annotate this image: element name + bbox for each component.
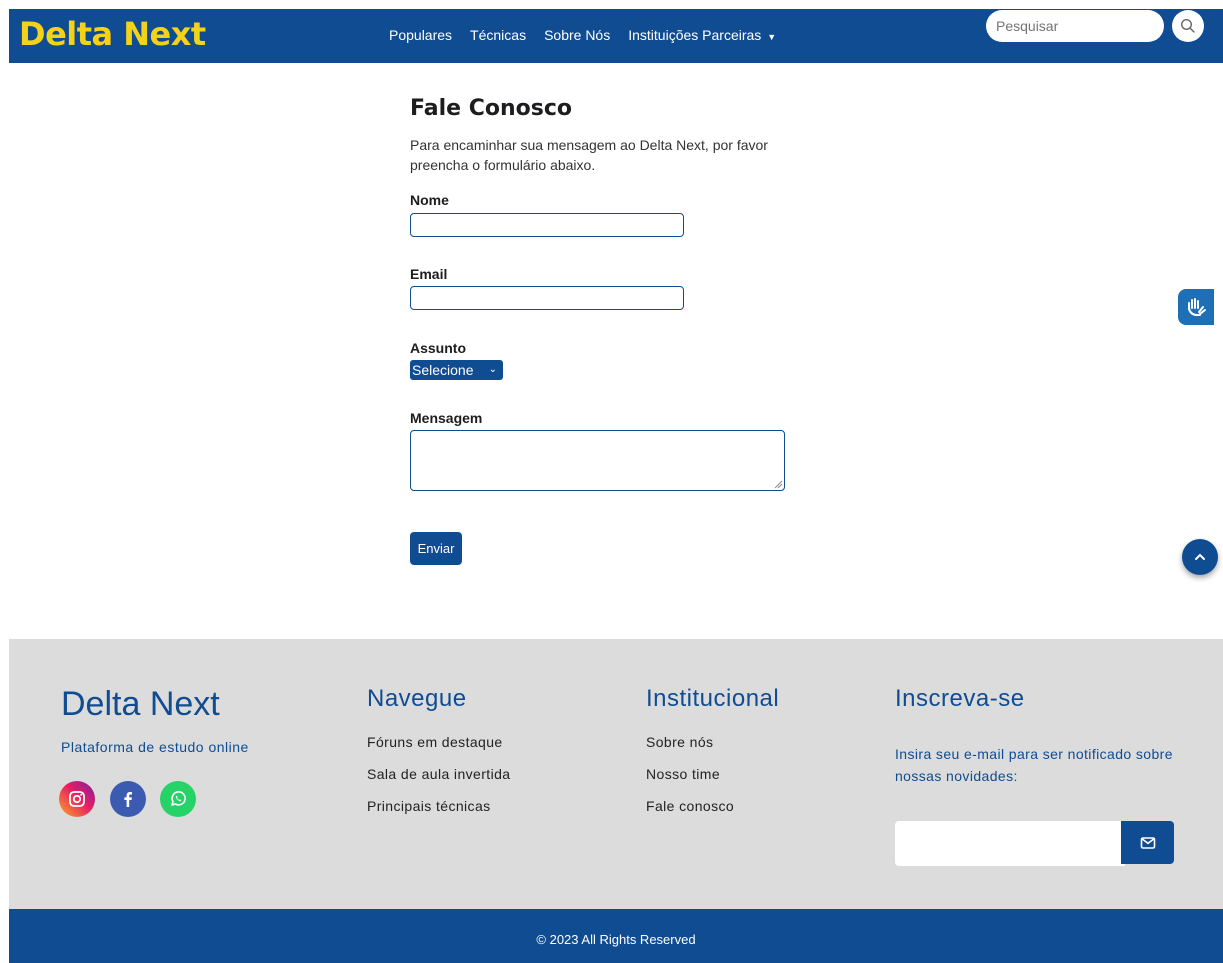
- accessibility-sign-language-button[interactable]: [1178, 289, 1214, 325]
- email-label: Email: [410, 266, 448, 282]
- contact-form: Fale Conosco Para encaminhar sua mensage…: [410, 96, 810, 565]
- subject-select[interactable]: Selecione ⌄: [410, 360, 503, 380]
- main-nav: Populares Técnicas Sobre Nós Instituiçõe…: [389, 27, 776, 43]
- subject-label: Assunto: [410, 340, 466, 356]
- nav-link-sobre-nos[interactable]: Sobre Nós: [544, 27, 610, 43]
- message-textarea[interactable]: [410, 430, 785, 491]
- chevron-up-icon: [1195, 553, 1205, 560]
- footer-link-sala-invertida[interactable]: Sala de aula invertida: [367, 766, 510, 782]
- instagram-icon: [69, 791, 85, 807]
- brand-logo[interactable]: Delta Next: [19, 15, 206, 53]
- intro-text: Para encaminhar sua mensagem ao Delta Ne…: [410, 137, 768, 173]
- chevron-down-icon: ⌄: [488, 364, 497, 375]
- instagram-button[interactable]: [59, 781, 95, 817]
- subject-select-value: Selecione: [412, 362, 474, 378]
- bottom-bar: © 2023 All Rights Reserved: [9, 909, 1223, 963]
- footer-heading-navegue: Navegue: [367, 685, 467, 712]
- search-wrapper: [986, 10, 1164, 42]
- footer-link-sobre-nos[interactable]: Sobre nós: [646, 734, 713, 750]
- facebook-button[interactable]: [110, 781, 146, 817]
- footer-link-fale-conosco[interactable]: Fale conosco: [646, 798, 734, 814]
- hands-icon: [1188, 298, 1206, 316]
- name-label: Nome: [410, 192, 449, 208]
- footer-tagline: Plataforma de estudo online: [61, 739, 249, 755]
- search-input[interactable]: [986, 10, 1164, 42]
- nav-link-populares[interactable]: Populares: [389, 27, 452, 43]
- email-input[interactable]: [410, 286, 684, 310]
- search-icon: [1180, 18, 1195, 33]
- nav-link-instituicoes-label: Instituições Parceiras: [628, 27, 762, 43]
- subscribe-text: Insira seu e-mail para ser notificado so…: [895, 746, 1173, 784]
- whatsapp-icon: [171, 791, 186, 806]
- footer: Delta Next Plataforma de estudo online N…: [9, 639, 1223, 909]
- footer-link-tecnicas[interactable]: Principais técnicas: [367, 798, 491, 814]
- subscribe-email-input[interactable]: [895, 821, 1125, 866]
- footer-heading-institucional: Institucional: [646, 685, 780, 712]
- search-button[interactable]: [1172, 10, 1204, 42]
- nav-link-tecnicas[interactable]: Técnicas: [470, 27, 526, 43]
- facebook-icon: [124, 792, 132, 807]
- whatsapp-button[interactable]: [160, 781, 196, 817]
- page-title: Fale Conosco: [410, 96, 572, 121]
- name-input[interactable]: [410, 213, 684, 237]
- footer-link-nosso-time[interactable]: Nosso time: [646, 766, 720, 782]
- subscribe-button[interactable]: [1121, 821, 1174, 864]
- submit-button[interactable]: Enviar: [410, 532, 462, 565]
- message-label: Mensagem: [410, 410, 483, 426]
- footer-link-foruns[interactable]: Fóruns em destaque: [367, 734, 503, 750]
- copyright-text: © 2023 All Rights Reserved: [536, 932, 696, 947]
- footer-brand: Delta Next: [61, 685, 220, 723]
- footer-heading-inscreva-se: Inscreva-se: [895, 685, 1025, 712]
- nav-dropdown-instituicoes[interactable]: Instituições Parceiras ▼: [628, 27, 776, 43]
- back-to-top-button[interactable]: [1182, 539, 1218, 575]
- caret-down-icon: ▼: [767, 32, 777, 42]
- envelope-icon: [1140, 836, 1155, 849]
- resize-grip-icon[interactable]: [773, 479, 783, 489]
